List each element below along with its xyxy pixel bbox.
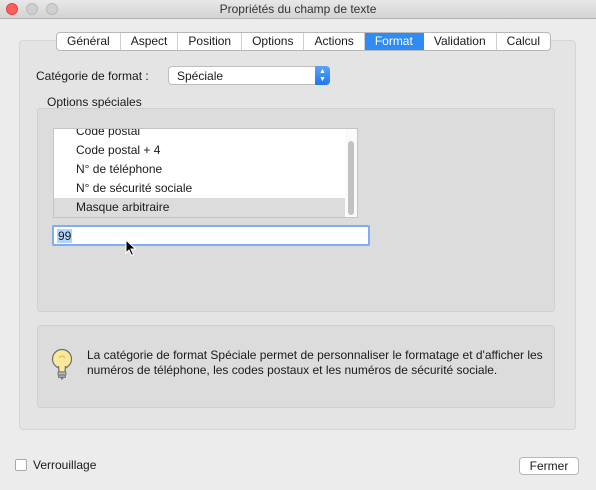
- list-item[interactable]: N° de sécurité sociale: [54, 179, 346, 198]
- list-item-selected[interactable]: Masque arbitraire: [54, 198, 346, 217]
- list-item[interactable]: Code postal: [54, 129, 346, 141]
- tab-validation[interactable]: Validation: [424, 33, 497, 50]
- mouse-pointer-icon: [125, 239, 137, 257]
- format-category-value: Spéciale: [177, 69, 224, 83]
- info-text-line-2: numéros de téléphone, les codes postaux …: [87, 363, 498, 377]
- lightbulb-icon: [51, 348, 73, 380]
- format-category-select[interactable]: Spéciale ▲ ▼: [168, 66, 330, 85]
- info-text: La catégorie de format Spéciale permet d…: [87, 348, 547, 378]
- tab-calcul[interactable]: Calcul: [497, 33, 550, 50]
- tab-format[interactable]: Format: [364, 33, 424, 50]
- title-bar: Propriétés du champ de texte: [0, 0, 596, 19]
- mask-input[interactable]: 99: [52, 225, 370, 246]
- mask-input-value: 99: [57, 229, 73, 243]
- lock-checkbox[interactable]: [15, 459, 27, 471]
- tab-bar: Général Aspect Position Options Actions …: [56, 32, 552, 51]
- list-item[interactable]: N° de téléphone: [54, 160, 346, 179]
- close-button[interactable]: Fermer: [519, 457, 579, 475]
- tab-general[interactable]: Général: [57, 33, 121, 50]
- list-item[interactable]: Code postal + 4: [54, 141, 346, 160]
- format-category-label: Catégorie de format :: [36, 69, 149, 83]
- tab-aspect[interactable]: Aspect: [121, 33, 179, 50]
- lock-label[interactable]: Verrouillage: [33, 458, 96, 472]
- special-options-label: Options spéciales: [47, 95, 142, 109]
- window-title: Propriétés du champ de texte: [219, 2, 377, 16]
- tab-actions[interactable]: Actions: [304, 33, 365, 50]
- tab-position[interactable]: Position: [178, 33, 243, 50]
- info-text-line-1: La catégorie de format Spéciale permet d…: [87, 348, 543, 362]
- chevron-up-down-icon: ▲ ▼: [315, 66, 330, 85]
- tab-options[interactable]: Options: [242, 33, 305, 50]
- list-scrollbar[interactable]: [345, 129, 357, 217]
- special-options-list[interactable]: Code postal Code postal + 4 N° de téléph…: [53, 128, 358, 218]
- scrollbar-thumb[interactable]: [348, 141, 354, 215]
